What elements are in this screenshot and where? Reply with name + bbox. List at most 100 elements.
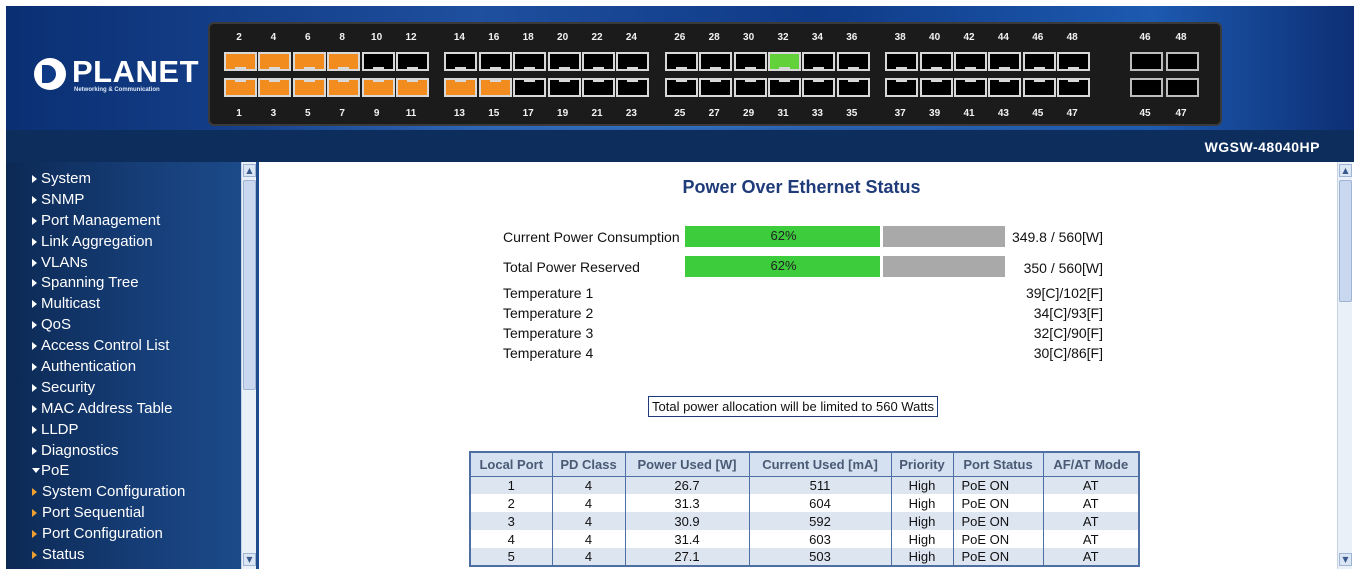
port-9[interactable] xyxy=(361,78,395,97)
port-33[interactable] xyxy=(802,78,836,97)
port-29[interactable] xyxy=(733,78,767,97)
sidebar-scrollbar[interactable]: ▲ ▼ xyxy=(241,162,256,569)
port-28[interactable] xyxy=(699,52,733,71)
sidebar-subitem-port-sequential[interactable]: Port Sequential xyxy=(32,502,242,523)
port-44[interactable] xyxy=(988,52,1022,71)
port-sfp-46[interactable] xyxy=(1130,52,1163,71)
scroll-down-icon[interactable]: ▼ xyxy=(243,553,256,566)
port-number-label: 47 xyxy=(1066,108,1078,119)
sidebar-item-poe[interactable]: PoE xyxy=(32,460,242,481)
port-23[interactable] xyxy=(616,78,650,97)
sidebar-subitem-system-configuration[interactable]: System Configuration xyxy=(32,481,242,502)
port-40[interactable] xyxy=(919,52,953,71)
port-25[interactable] xyxy=(664,78,698,97)
scroll-up-icon[interactable]: ▲ xyxy=(1339,164,1352,177)
port-12[interactable] xyxy=(396,52,429,71)
port-2[interactable] xyxy=(224,52,257,71)
port-number-label: 35 xyxy=(846,108,858,119)
collapsed-arrow-icon xyxy=(32,300,37,309)
table-cell: High xyxy=(890,530,953,548)
power-reserved-value: 350 / 560[W] xyxy=(1023,260,1103,276)
sidebar-item-authentication[interactable]: Authentication xyxy=(32,356,242,377)
port-6[interactable] xyxy=(292,52,326,71)
port-17[interactable] xyxy=(513,78,547,97)
port-19[interactable] xyxy=(547,78,581,97)
sidebar-subitem-port-configuration[interactable]: Port Configuration xyxy=(32,523,242,544)
port-number-label: 37 xyxy=(894,108,906,119)
port-32[interactable] xyxy=(768,52,801,71)
table-cell: AT xyxy=(1042,494,1139,512)
port-20[interactable] xyxy=(547,52,581,71)
collapsed-arrow-icon xyxy=(32,383,37,392)
sidebar-item-security[interactable]: Security xyxy=(32,377,242,398)
sidebar-item-system[interactable]: System xyxy=(32,168,242,189)
sidebar-subitem-status[interactable]: Status xyxy=(32,544,242,565)
port-35[interactable] xyxy=(836,78,870,97)
port-number-label: 25 xyxy=(674,108,686,119)
port-38[interactable] xyxy=(885,52,919,71)
sidebar-item-port-management[interactable]: Port Management xyxy=(32,210,242,231)
sidebar-item-qos[interactable]: QoS xyxy=(32,314,242,335)
sidebar-item-vlans[interactable]: VLANs xyxy=(32,252,242,273)
col-port-status: Port Status xyxy=(952,452,1043,477)
power-consumption-bar: 62% xyxy=(685,226,1005,247)
sidebar-item-mac-address-table[interactable]: MAC Address Table xyxy=(32,398,242,419)
port-5[interactable] xyxy=(292,78,326,97)
sidebar-item-snmp[interactable]: SNMP xyxy=(32,189,242,210)
temperature-3-value: 32[C]/90[F] xyxy=(1033,325,1103,341)
port-21[interactable] xyxy=(582,78,615,97)
sidebar-item-label: Authentication xyxy=(41,358,137,376)
port-45[interactable] xyxy=(1022,78,1056,97)
port-11[interactable] xyxy=(396,78,429,97)
port-1[interactable] xyxy=(224,78,257,97)
sidebar-item-lldp[interactable]: LLDP xyxy=(32,419,242,440)
sidebar-item-label: Port Management xyxy=(41,211,161,229)
port-27[interactable] xyxy=(699,78,733,97)
port-39[interactable] xyxy=(919,78,953,97)
main-scroll-thumb[interactable] xyxy=(1339,180,1352,302)
table-cell: 26.7 xyxy=(624,476,749,494)
scroll-down-icon[interactable]: ▼ xyxy=(1339,553,1352,566)
port-sfp-45[interactable] xyxy=(1130,78,1163,97)
sidebar-item-spanning-tree[interactable]: Spanning Tree xyxy=(32,272,242,293)
sidebar-item-link-aggregation[interactable]: Link Aggregation xyxy=(32,231,242,252)
port-36[interactable] xyxy=(836,52,870,71)
sidebar-scroll-thumb[interactable] xyxy=(243,180,256,390)
sidebar-item-label: System xyxy=(41,170,92,187)
port-42[interactable] xyxy=(954,52,987,71)
port-13[interactable] xyxy=(444,78,478,97)
scroll-up-icon[interactable]: ▲ xyxy=(243,164,256,177)
sidebar-subitem-label: Port Sequential xyxy=(42,504,145,522)
port-number-label: 46 xyxy=(1139,32,1151,43)
port-7[interactable] xyxy=(327,78,361,97)
port-14[interactable] xyxy=(444,52,478,71)
port-26[interactable] xyxy=(664,52,698,71)
port-48[interactable] xyxy=(1057,52,1091,71)
port-46[interactable] xyxy=(1022,52,1056,71)
port-sfp-48[interactable] xyxy=(1166,52,1199,71)
page-title: Power Over Ethernet Status xyxy=(682,177,921,197)
port-18[interactable] xyxy=(513,52,547,71)
sidebar-item-access-control-list[interactable]: Access Control List xyxy=(32,335,242,356)
port-37[interactable] xyxy=(885,78,919,97)
port-41[interactable] xyxy=(954,78,987,97)
table-cell: 511 xyxy=(748,476,891,494)
port-sfp-47[interactable] xyxy=(1166,78,1199,97)
port-31[interactable] xyxy=(768,78,801,97)
port-22[interactable] xyxy=(582,52,615,71)
port-16[interactable] xyxy=(478,52,512,71)
sidebar-item-multicast[interactable]: Multicast xyxy=(32,293,242,314)
port-47[interactable] xyxy=(1057,78,1091,97)
port-number-label: 38 xyxy=(894,32,906,43)
port-8[interactable] xyxy=(327,52,361,71)
port-4[interactable] xyxy=(258,52,292,71)
main-scrollbar[interactable]: ▲ ▼ xyxy=(1337,162,1352,569)
sidebar-item-diagnostics[interactable]: Diagnostics xyxy=(32,440,242,461)
port-3[interactable] xyxy=(258,78,292,97)
port-43[interactable] xyxy=(988,78,1022,97)
port-15[interactable] xyxy=(478,78,512,97)
port-24[interactable] xyxy=(616,52,650,71)
port-10[interactable] xyxy=(361,52,395,71)
port-30[interactable] xyxy=(733,52,767,71)
port-34[interactable] xyxy=(802,52,836,71)
